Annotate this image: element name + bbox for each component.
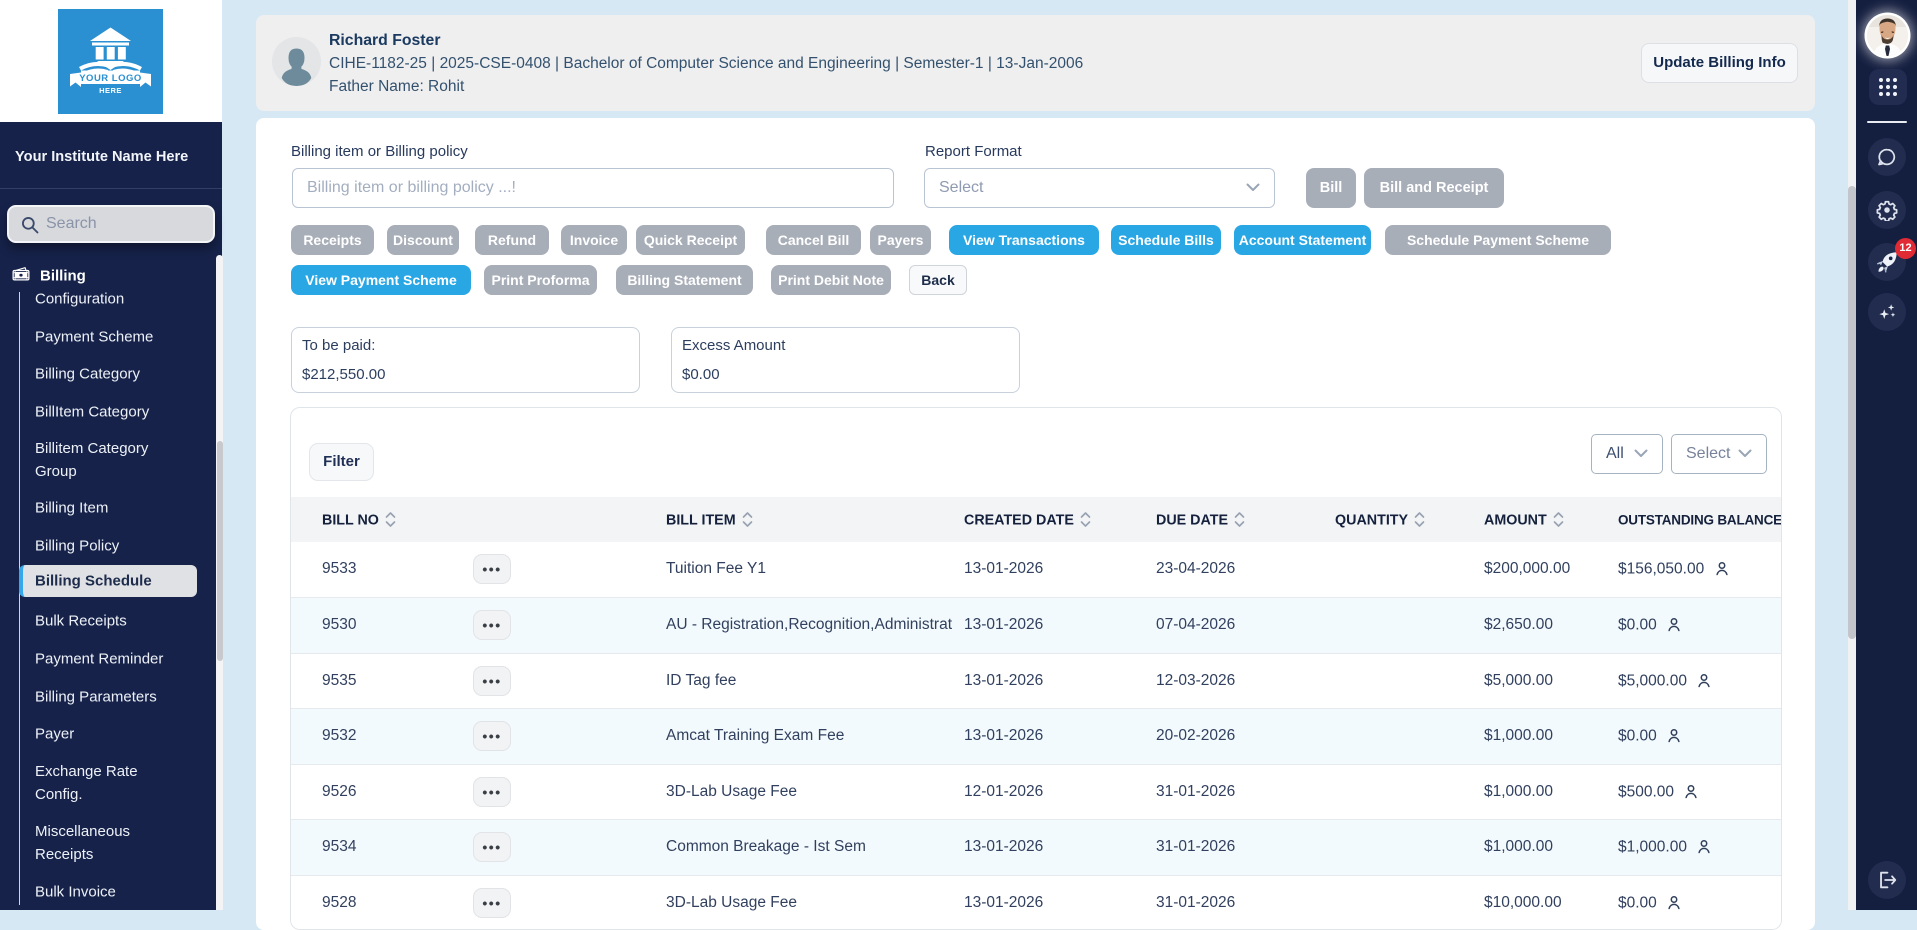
svg-text:YOUR LOGO: YOUR LOGO (79, 73, 142, 84)
svg-text:HERE: HERE (99, 86, 122, 95)
